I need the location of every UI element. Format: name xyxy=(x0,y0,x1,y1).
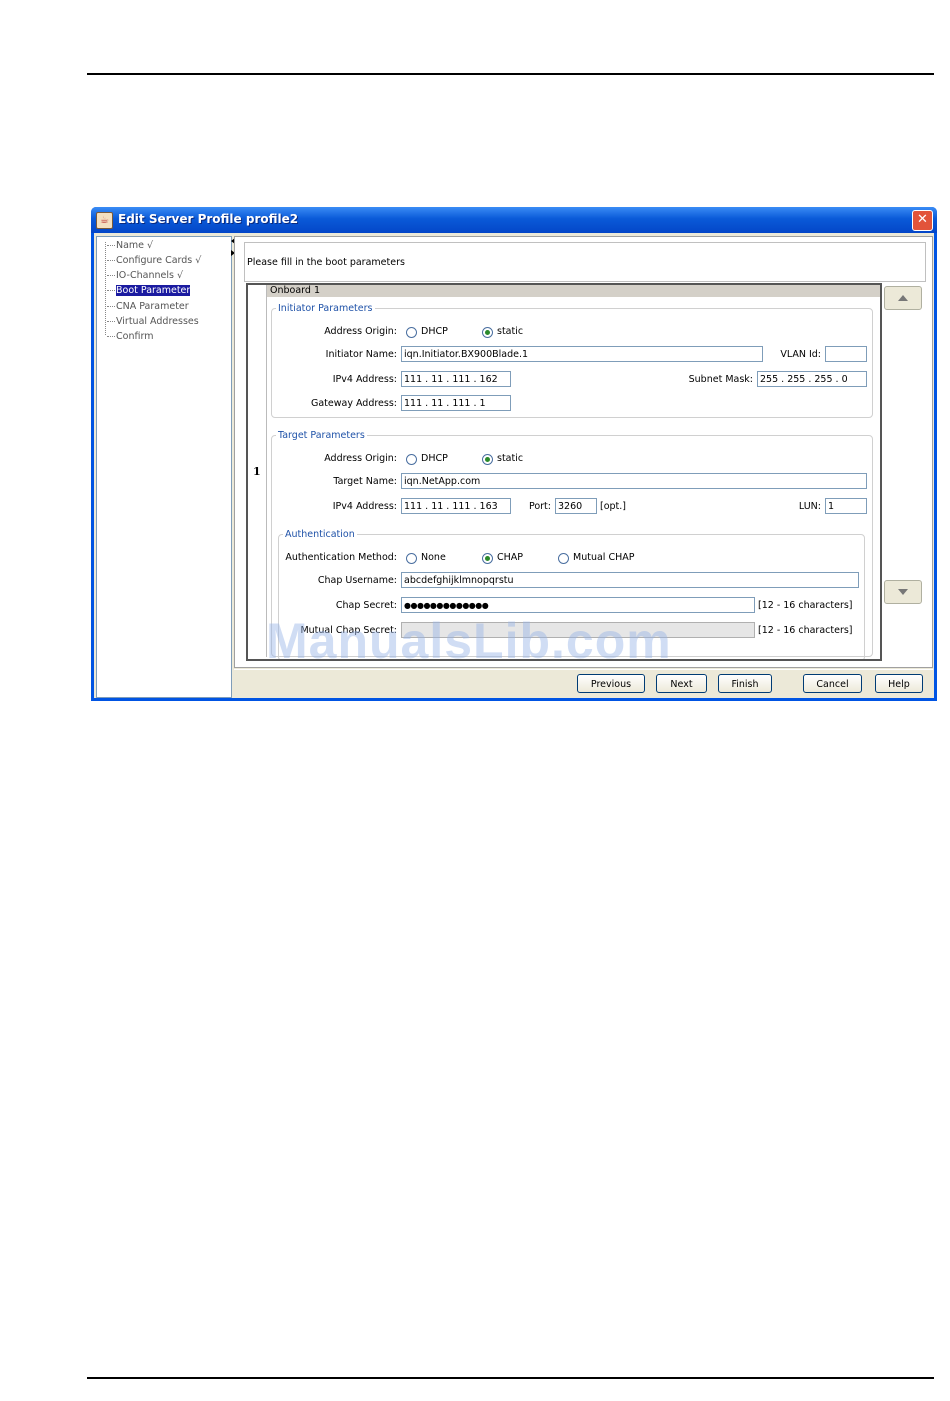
initiator-name-input[interactable]: iqn.Initiator.BX900Blade.1 xyxy=(401,346,763,362)
target-parameters-legend: Target Parameters xyxy=(278,430,365,441)
authentication-legend: Authentication xyxy=(285,529,355,540)
initiator-name-label: Initiator Name: xyxy=(325,349,397,360)
boot-parameter-panel: Please fill in the boot parameters 1 Onb… xyxy=(234,236,933,668)
title-bar: ☕ Edit Server Profile profile2 ✕ xyxy=(91,207,937,233)
mutual-chap-secret-hint: [12 - 16 characters] xyxy=(758,625,853,636)
gateway-address-input[interactable]: 111 . 11 . 111 . 1 xyxy=(401,395,511,411)
initiator-static-label: static xyxy=(497,326,524,337)
target-static-radio[interactable] xyxy=(482,454,493,465)
vlan-id-label: VLAN Id: xyxy=(780,349,821,360)
auth-method-label: Authentication Method: xyxy=(285,552,397,563)
close-button[interactable]: ✕ xyxy=(912,210,933,231)
finish-button[interactable]: Finish xyxy=(718,674,772,693)
tree-item-confirm[interactable]: Confirm xyxy=(107,331,153,342)
chap-secret-hint: [12 - 16 characters] xyxy=(758,600,853,611)
onboard-table: 1 Onboard 1 Initiator Parameters Address… xyxy=(246,283,882,661)
next-button[interactable]: Next xyxy=(656,674,707,693)
arrow-down-icon xyxy=(898,589,908,595)
tree-item-io-channels[interactable]: IO-Channels √ xyxy=(107,270,183,281)
port-optional-hint: [opt.] xyxy=(600,501,626,512)
auth-mutual-chap-label: Mutual CHAP xyxy=(573,552,635,563)
row-number: 1 xyxy=(253,465,261,478)
auth-none-radio[interactable] xyxy=(406,553,417,564)
tree-item-virtual-addresses[interactable]: Virtual Addresses xyxy=(107,316,199,327)
previous-button[interactable]: Previous xyxy=(577,674,645,693)
cancel-button[interactable]: Cancel xyxy=(803,674,862,693)
lun-label: LUN: xyxy=(798,501,821,512)
arrow-up-icon xyxy=(898,295,908,301)
subnet-mask-input[interactable]: 255 . 255 . 255 . 0 xyxy=(757,371,867,387)
java-icon: ☕ xyxy=(96,212,113,229)
vlan-id-input[interactable] xyxy=(825,346,867,362)
auth-mutual-chap-radio[interactable] xyxy=(558,553,569,564)
auth-none-label: None xyxy=(421,552,446,563)
page-bottom-rule xyxy=(87,1377,934,1379)
port-input[interactable]: 3260 xyxy=(555,498,597,514)
tree-item-boot-parameter[interactable]: Boot Parameter xyxy=(107,285,191,296)
initiator-dhcp-radio[interactable] xyxy=(406,327,417,338)
target-dhcp-label: DHCP xyxy=(421,453,448,464)
target-dhcp-radio[interactable] xyxy=(406,454,417,465)
target-ipv4-label: IPv4 Address: xyxy=(332,501,397,512)
chap-secret-input[interactable]: ●●●●●●●●●●●●● xyxy=(401,597,755,613)
subnet-mask-label: Subnet Mask: xyxy=(688,374,753,385)
target-static-label: static xyxy=(497,453,524,464)
gateway-address-label: Gateway Address: xyxy=(310,398,397,409)
tree-item-configure-cards[interactable]: Configure Cards √ xyxy=(107,255,201,266)
scroll-down-button[interactable] xyxy=(884,580,922,604)
target-ipv4-input[interactable]: 111 . 11 . 111 . 163 xyxy=(401,498,511,514)
chap-secret-label: Chap Secret: xyxy=(335,600,397,611)
help-button[interactable]: Help xyxy=(875,674,923,693)
scroll-up-button[interactable] xyxy=(884,286,922,310)
tree-item-name[interactable]: Name √ xyxy=(107,240,153,251)
tree-connector xyxy=(105,242,106,335)
window-title: Edit Server Profile profile2 xyxy=(118,212,299,226)
initiator-parameters-legend: Initiator Parameters xyxy=(278,303,373,314)
initiator-ipv4-label: IPv4 Address: xyxy=(332,374,397,385)
port-label: Port: xyxy=(528,501,551,512)
onboard-header: Onboard 1 xyxy=(267,285,880,297)
wizard-step-tree: Name √ Configure Cards √ IO-Channels √ B… xyxy=(96,236,232,698)
initiator-ipv4-input[interactable]: 111 . 11 . 111 . 162 xyxy=(401,371,511,387)
instruction-box: Please fill in the boot parameters xyxy=(244,242,926,282)
target-name-label: Target Name: xyxy=(333,476,397,487)
tree-item-cna-parameter[interactable]: CNA Parameter xyxy=(107,301,189,312)
chap-username-input[interactable]: abcdefghijklmnopqrstu xyxy=(401,572,859,588)
instruction-text: Please fill in the boot parameters xyxy=(247,257,405,268)
onboard-cell: Onboard 1 Initiator Parameters Address O… xyxy=(266,285,880,659)
chap-username-label: Chap Username: xyxy=(317,575,397,586)
auth-chap-label: CHAP xyxy=(497,552,524,563)
lun-input[interactable]: 1 xyxy=(825,498,867,514)
manualslib-watermark: ManualsLib.com xyxy=(266,613,672,669)
auth-chap-radio[interactable] xyxy=(482,553,493,564)
target-name-input[interactable]: iqn.NetApp.com xyxy=(401,473,867,489)
initiator-address-origin-label: Address Origin: xyxy=(324,326,397,337)
target-address-origin-label: Address Origin: xyxy=(324,453,397,464)
initiator-static-radio[interactable] xyxy=(482,327,493,338)
page-top-rule xyxy=(87,73,934,75)
initiator-dhcp-label: DHCP xyxy=(421,326,448,337)
